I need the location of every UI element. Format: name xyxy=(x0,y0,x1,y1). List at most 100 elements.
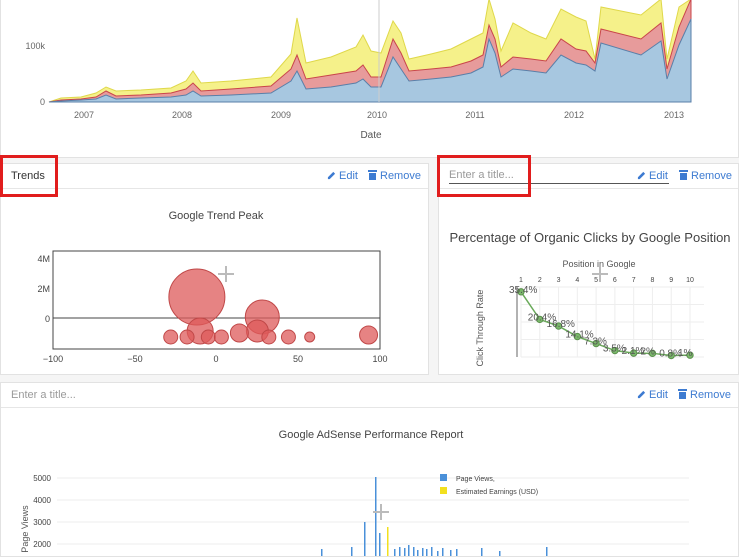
ctr-label-8: 2% xyxy=(640,346,655,357)
pageview-bar-0 xyxy=(321,549,323,556)
position-tick-9: 9 xyxy=(669,277,673,284)
remove-label: Remove xyxy=(690,389,731,401)
y-tick-100k: 100k xyxy=(25,41,45,51)
pageview-bar-19 xyxy=(481,548,483,556)
x-axis-title: Date xyxy=(360,130,382,141)
remove-label: Remove xyxy=(691,170,732,182)
bubble-4 xyxy=(229,323,249,343)
x-tick-2013: 2013 xyxy=(664,110,684,120)
y-tick-5000: 5000 xyxy=(33,474,51,483)
adsense-panel: Enter a title... Edit Remove Google AdSe… xyxy=(0,382,739,557)
x-tick-100: 100 xyxy=(372,354,387,364)
pageview-bar-3 xyxy=(375,477,377,556)
chart-title: Percentage of Organic Clicks by Google P… xyxy=(449,230,730,245)
top-area-chart: 100k 0 2007 2008 2009 2010 2011 2012 201… xyxy=(25,0,692,141)
edit-label: Edit xyxy=(339,170,358,182)
y-tick-2m: 2M xyxy=(37,284,50,294)
pageview-bar-17 xyxy=(450,550,452,556)
top-chart-panel: 100k 0 2007 2008 2009 2010 2011 2012 201… xyxy=(0,0,739,158)
legend-label-pageviews: Page Views, xyxy=(456,476,495,483)
position-tick-4: 4 xyxy=(575,277,579,284)
bubble-10 xyxy=(280,329,296,345)
pageview-bar-8 xyxy=(404,548,406,556)
pageview-bar-1 xyxy=(351,547,353,556)
bubble-6 xyxy=(179,329,195,345)
bubble-layer xyxy=(163,268,379,345)
bubble-12 xyxy=(359,325,379,345)
y-axis-title: Page Views xyxy=(20,505,30,553)
x-tick-2008: 2008 xyxy=(172,110,192,120)
pageview-bar-21 xyxy=(546,547,548,556)
pageview-bar-13 xyxy=(426,549,428,556)
earnings-bar-0 xyxy=(387,527,389,556)
ctr-label-1: 35.4% xyxy=(509,285,537,296)
x-tick-2009: 2009 xyxy=(271,110,291,120)
panel-header: Enter a title... Edit Remove xyxy=(1,383,738,408)
x-tick-0: 0 xyxy=(213,354,218,364)
trash-icon xyxy=(679,170,688,180)
position-tick-10: 10 xyxy=(686,277,694,284)
remove-button[interactable]: Remove xyxy=(679,170,732,182)
remove-label: Remove xyxy=(380,170,421,182)
organic-clicks-chart: Percentage of Organic Clicks by Google P… xyxy=(449,230,730,367)
panel-header: Trends Edit Remove xyxy=(1,164,428,189)
trends-panel: Trends Edit Remove Google Trend Peak 4M … xyxy=(0,163,429,375)
title-input[interactable]: Enter a title... xyxy=(11,389,76,401)
y-tick-3000: 3000 xyxy=(33,518,51,527)
pencil-icon xyxy=(637,171,646,180)
ctr-label-3: 16.8% xyxy=(547,319,575,330)
legend-swatch-pageviews xyxy=(440,474,447,481)
pageview-bar-6 xyxy=(394,549,396,556)
y-tick-4000: 4000 xyxy=(33,496,51,505)
pageview-bar-11 xyxy=(417,550,419,556)
position-tick-1: 1 xyxy=(519,277,523,284)
edit-button[interactable]: Edit xyxy=(637,170,668,182)
bubble-0 xyxy=(168,268,226,326)
trash-icon xyxy=(678,389,687,399)
remove-button[interactable]: Remove xyxy=(678,389,731,401)
y-tick-0: 0 xyxy=(45,314,50,324)
edit-label: Edit xyxy=(649,389,668,401)
legend-swatch-earnings xyxy=(440,487,447,494)
highlight-box-title-input xyxy=(437,155,531,197)
y-tick-4m: 4M xyxy=(37,254,50,264)
trash-icon xyxy=(368,170,377,180)
bubble-8 xyxy=(213,329,229,345)
pageview-bar-2 xyxy=(364,522,366,556)
pageview-bar-10 xyxy=(413,547,415,556)
trend-bubble-chart: Google Trend Peak 4M 2M 0 −100 −50 0 50 … xyxy=(37,210,387,364)
edit-button[interactable]: Edit xyxy=(637,389,668,401)
position-tick-2: 2 xyxy=(538,277,542,284)
y-tick-0: 0 xyxy=(40,97,45,107)
position-tick-3: 3 xyxy=(557,277,561,284)
x-tick-neg50: −50 xyxy=(127,354,142,364)
legend-label-earnings: Estimated Earnings (USD) xyxy=(456,489,538,496)
position-ticks: 1 2 3 4 5 6 7 8 9 10 xyxy=(519,277,694,284)
pageview-bar-12 xyxy=(422,548,424,556)
chart-title: Google AdSense Performance Report xyxy=(279,429,464,441)
edit-button[interactable]: Edit xyxy=(327,170,358,182)
pageview-bar-15 xyxy=(437,551,439,556)
pencil-icon xyxy=(637,390,646,399)
x-tick-neg100: −100 xyxy=(43,354,63,364)
chart-title: Google Trend Peak xyxy=(169,210,264,222)
pageview-bar-9 xyxy=(408,545,410,556)
remove-button[interactable]: Remove xyxy=(368,170,421,182)
edit-label: Edit xyxy=(649,170,668,182)
position-tick-8: 8 xyxy=(650,277,654,284)
bubble-9 xyxy=(261,329,277,345)
pageview-bar-7 xyxy=(399,547,401,556)
x-tick-2007: 2007 xyxy=(74,110,94,120)
pageview-bar-16 xyxy=(442,548,444,556)
pageview-bar-4 xyxy=(379,533,381,556)
bubble-11 xyxy=(304,331,316,343)
x-tick-2012: 2012 xyxy=(564,110,584,120)
x-tick-2010: 2010 xyxy=(367,110,387,120)
position-tick-7: 7 xyxy=(632,277,636,284)
x-tick-2011: 2011 xyxy=(465,110,484,120)
move-icon[interactable] xyxy=(218,266,234,282)
y-axis-title: Click Through Rate xyxy=(475,290,485,367)
pencil-icon xyxy=(327,171,336,180)
highlight-box-trends xyxy=(0,155,58,197)
position-tick-5: 5 xyxy=(594,277,598,284)
